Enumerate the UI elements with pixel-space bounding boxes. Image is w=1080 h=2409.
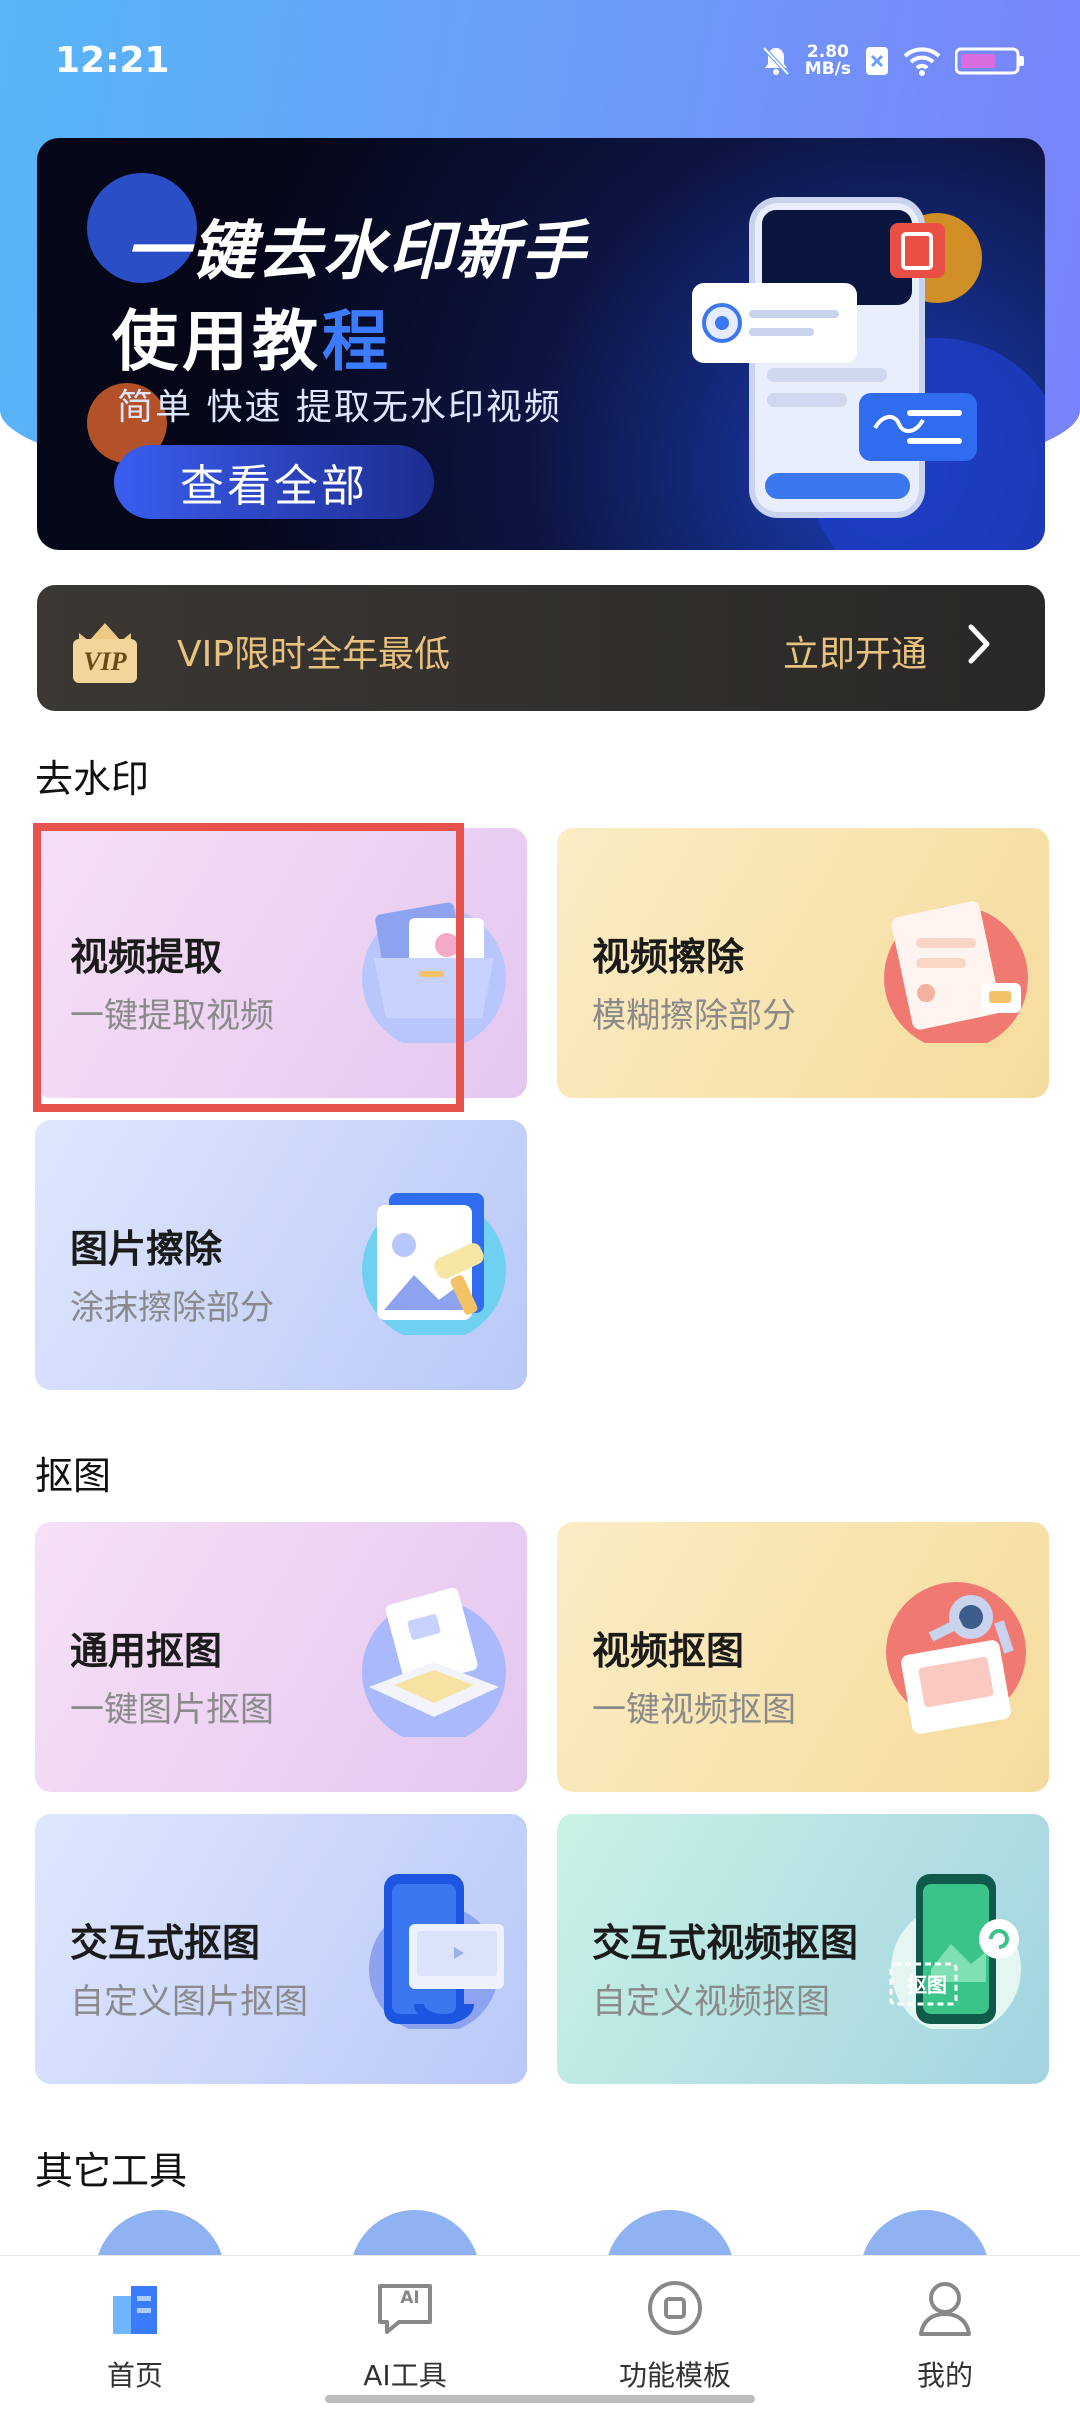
section-title-watermark: 去水印 [35,757,150,801]
status-bar: 12:21 2.80 MB/s [0,0,1080,120]
vip-promo-text: VIP限时全年最低 [177,634,450,675]
document-erase-icon [884,901,1028,1043]
banner-subtitle: 简单 快速 提取无水印视频 [117,387,562,428]
scanner-document-icon [362,1587,506,1737]
phone-refresh-icon [889,1874,1021,2029]
tab-home[interactable]: 首页 [0,2256,270,2409]
home-indicator [325,2395,755,2403]
network-speed: 2.80 MB/s [804,42,851,79]
view-all-button[interactable]: 查看全部 [114,445,434,519]
card-video-erase[interactable]: 视频擦除 模糊擦除部分 [557,828,1049,1098]
home-building-icon [113,2286,157,2334]
card-interactive-cutout[interactable]: 交互式抠图 自定义图片抠图 [35,1814,527,2084]
card-image-erase[interactable]: 图片擦除 涂抹擦除部分 [35,1120,527,1390]
tab-ai-tools[interactable]: AI AI工具 [270,2256,540,2409]
chevron-right-icon [968,624,990,664]
image-brush-icon [362,1193,506,1335]
selection-highlight [33,823,464,1112]
cutout-art-label: 抠图 [907,1973,947,1997]
profile-icon [919,2282,971,2336]
status-time: 12:21 [55,40,170,81]
status-icons: 2.80 MB/s [761,44,1025,78]
card-interactive-video-cutout[interactable]: 交互式视频抠图 自定义视频抠图 抠图 [557,1814,1049,2084]
battery-icon [955,47,1024,75]
wifi-icon [903,47,941,76]
mute-bell-icon [762,46,790,76]
section-title-other-tools: 其它工具 [35,2149,188,2193]
tab-templates[interactable]: 功能模板 [540,2256,810,2409]
template-icon [648,2281,702,2335]
video-cutout-icon [886,1582,1026,1734]
card-video-cutout[interactable]: 视频抠图 一键视频抠图 [557,1522,1049,1792]
vip-crown-icon: VIP [69,611,141,685]
tab-profile[interactable]: 我的 [810,2256,1080,2409]
phone-monitor-icon [369,1874,504,2029]
section-title-cutout: 抠图 [35,1454,112,1498]
vip-promo-bar[interactable]: VIP VIP限时全年最低 立即开通 [37,585,1045,711]
tutorial-banner[interactable]: 一键去水印新手 使用教程 简单 快速 提取无水印视频 查看全部 [37,138,1045,550]
ai-chat-icon [378,2284,432,2334]
banner-title-line1: 一键去水印新手 [125,215,587,289]
card-general-cutout[interactable]: 通用抠图 一键图片抠图 [35,1522,527,1792]
vip-activate-link[interactable]: 立即开通 [783,625,927,677]
bottom-tab-bar: 首页 AI AI工具 功能模板 我的 [0,2255,1080,2409]
no-sim-icon [866,47,888,75]
banner-title-line2: 使用教程 [112,303,392,380]
